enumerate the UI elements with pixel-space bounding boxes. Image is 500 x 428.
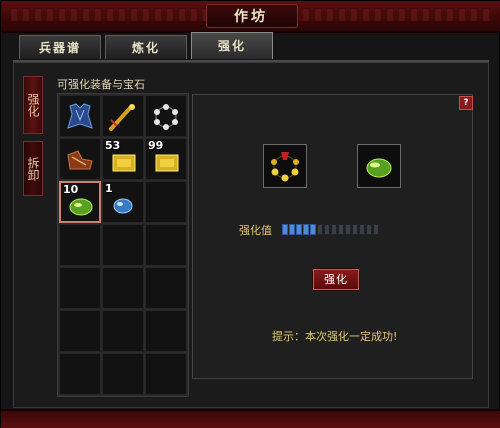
inventory-slot[interactable] — [59, 95, 101, 137]
inventory-slot[interactable] — [102, 224, 144, 266]
side-tab-dismantle[interactable]: 拆卸 — [23, 141, 43, 196]
inventory-slot[interactable] — [102, 310, 144, 352]
inventory-slot[interactable] — [59, 138, 101, 180]
inventory-slot[interactable]: 53 — [102, 138, 144, 180]
inventory-slot-selected[interactable]: 10 — [59, 181, 101, 223]
inventory-slot[interactable] — [145, 95, 187, 137]
inventory-slot[interactable]: 99 — [145, 138, 187, 180]
progress-segment — [366, 224, 372, 235]
hint-text: 提示：本次强化一定成功! — [272, 330, 398, 343]
progress-segment — [345, 224, 351, 235]
inventory-slot[interactable] — [59, 267, 101, 309]
gem-slot[interactable] — [357, 144, 401, 188]
side-tab-strengthen[interactable]: 强化 — [23, 76, 43, 134]
progress-segment — [303, 224, 309, 235]
red-boots-icon — [67, 150, 93, 170]
tab-strengthen[interactable]: 强化 — [191, 32, 273, 59]
progress-segment — [359, 224, 365, 235]
gold-ingot-icon — [155, 154, 179, 172]
progress-segment — [310, 224, 316, 235]
workshop-window: 作坊 兵器谱 炼化 强化 强化 拆卸 可强化装备与宝石 53 99 10 1 ?… — [0, 0, 500, 428]
title-bar: 作坊 — [1, 1, 500, 33]
green-gem-icon — [69, 198, 93, 216]
inventory-slot[interactable] — [59, 224, 101, 266]
strength-progress-bar — [282, 224, 379, 235]
gold-ingot-icon — [112, 154, 136, 172]
inventory-slot[interactable] — [102, 353, 144, 395]
progress-segment — [289, 224, 295, 235]
tab-refine[interactable]: 炼化 — [105, 35, 187, 59]
bead-necklace-icon — [271, 152, 299, 182]
progress-segment — [282, 224, 288, 235]
inventory-slot[interactable]: 1 — [102, 181, 144, 223]
inventory-grid: 53 99 10 1 — [57, 93, 189, 397]
progress-segment — [296, 224, 302, 235]
golden-flute-icon — [109, 104, 135, 131]
strengthen-button[interactable]: 强化 — [313, 269, 359, 290]
inventory-slot[interactable] — [145, 224, 187, 266]
bead-necklace-icon — [154, 104, 178, 130]
blue-gem-icon — [113, 198, 133, 214]
progress-segment — [324, 224, 330, 235]
inventory-slot[interactable] — [59, 353, 101, 395]
inventory-slot[interactable] — [102, 267, 144, 309]
strength-value-label: 强化值 — [239, 224, 272, 237]
help-button[interactable]: ? — [459, 96, 473, 110]
inventory-slot[interactable] — [59, 310, 101, 352]
inventory-slot[interactable] — [145, 353, 187, 395]
inventory-slot[interactable] — [102, 95, 144, 137]
tab-weapon-list[interactable]: 兵器谱 — [19, 35, 101, 59]
green-gem-icon — [366, 158, 392, 178]
inventory-slot[interactable] — [145, 310, 187, 352]
progress-segment — [331, 224, 337, 235]
progress-segment — [317, 224, 323, 235]
inventory-slot[interactable] — [145, 181, 187, 223]
top-tabs: 兵器谱 炼化 强化 — [19, 32, 273, 61]
inventory-slot[interactable] — [145, 267, 187, 309]
blue-armor-icon — [67, 103, 93, 129]
equipment-slot[interactable] — [263, 144, 307, 188]
progress-segment — [352, 224, 358, 235]
progress-segment — [338, 224, 344, 235]
bottom-border — [1, 409, 500, 428]
progress-segment — [373, 224, 379, 235]
window-title: 作坊 — [234, 9, 268, 25]
inventory-label: 可强化装备与宝石 — [57, 78, 145, 91]
